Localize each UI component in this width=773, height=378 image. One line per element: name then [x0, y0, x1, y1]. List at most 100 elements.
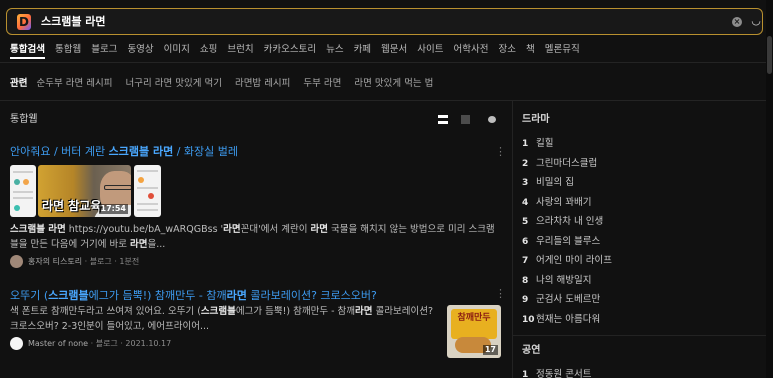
ranking-item[interactable]: 5 으라차차 내 인생: [522, 215, 603, 229]
related-search-link[interactable]: 두부 라면: [303, 77, 341, 91]
rank-number: 4: [522, 197, 529, 208]
related-searches: 관련 순두부 라면 레시피 너구리 라면 맛있게 먹기 라면밥 레시피 두부 라면 라면…: [10, 77, 446, 91]
ranking-title: 그린마더스클럽: [536, 157, 598, 169]
ranking-item[interactable]: 1 정동원 콘서트: [522, 368, 591, 378]
avatar[interactable]: [10, 255, 23, 268]
section-title: 통합웹: [10, 114, 38, 125]
tab-8[interactable]: 뉴스: [326, 43, 343, 57]
result-snippet: 스크램블 라면 https://youtu.be/bA_wARQGBss '라면…: [10, 223, 500, 252]
video-duration: 17:54: [98, 204, 128, 214]
ranking-title: 사랑의 꽈배기: [536, 196, 592, 208]
tab-1[interactable]: 통합웹: [55, 43, 81, 57]
text-segment: 콜라보레이션? 크로스오버?: [246, 289, 377, 302]
ranking-item[interactable]: 8 나의 해방일지: [522, 274, 591, 288]
tab-15[interactable]: 멜론뮤직: [545, 43, 580, 57]
highlighted-keyword: 라면: [310, 224, 328, 235]
tab-14[interactable]: 책: [526, 43, 535, 57]
divider: [0, 62, 766, 63]
tab-7[interactable]: 카카오스토리: [264, 43, 316, 57]
tab-9[interactable]: 카페: [354, 43, 371, 57]
highlighted-keyword: 스크램블 라면: [10, 224, 66, 235]
ranking-item[interactable]: 9 군검사 도베르만: [522, 293, 600, 307]
daum-logo-icon[interactable]: D: [17, 14, 31, 30]
more-options-icon[interactable]: ⋮: [495, 288, 506, 300]
text-segment: 에그가 듬뿍!) 참깨만두 - 참깨: [235, 306, 356, 317]
ranking-title: 정동원 콘서트: [536, 369, 592, 378]
divider: [0, 100, 766, 101]
tab-12[interactable]: 어학사전: [454, 43, 489, 57]
related-search-link[interactable]: 순두부 라면 레시피: [37, 77, 113, 91]
highlighted-keyword: 스크램블: [200, 306, 236, 317]
author-name[interactable]: Master of none: [28, 339, 88, 348]
text-segment: 색 폰트로 참깨만두라고 쓰여져 있어요. 오뚜기 (: [10, 306, 201, 317]
result-title-link[interactable]: 오뚜기 (스크램블에그가 듬뿍!) 참깨만두 - 참깨라면 콜라보레이션? 크로…: [10, 288, 377, 303]
rank-number: 8: [522, 275, 529, 286]
text-segment: 에그가 듬뿍!) 참깨만두 - 참깨: [88, 289, 227, 302]
tab-5[interactable]: 쇼핑: [200, 43, 217, 57]
chevron-down-icon[interactable]: ◡: [749, 12, 763, 30]
text-segment: 을...: [147, 238, 166, 250]
ranking-title: 군검사 도베르만: [536, 294, 601, 305]
clear-search-button[interactable]: ×: [732, 17, 742, 27]
ranking-item[interactable]: 1 킬힐: [522, 137, 553, 151]
rank-number: 6: [522, 236, 529, 247]
search-bar: D × ◡: [6, 8, 763, 35]
related-search-link[interactable]: 라면밥 레시피: [235, 77, 290, 91]
result-meta: 홍자의 티스토리 · 블로그 · 1분전: [28, 256, 139, 268]
rank-number: 1: [522, 139, 529, 149]
text-segment: 꼰대'에서 계란이: [240, 224, 311, 235]
result-snippet: 색 폰트로 참깨만두라고 쓰여져 있어요. 오뚜기 (스크램블에그가 듬뿍!) …: [10, 305, 438, 334]
related-search-link[interactable]: 라면 맛있게 먹는 법: [354, 77, 433, 91]
highlighted-keyword: 라면: [226, 289, 247, 302]
text-segment: https://youtu.be/bA_wARQGBss ': [65, 224, 224, 235]
ranking-item[interactable]: 3 비밀의 집: [522, 176, 574, 190]
video-thumbnail[interactable]: 라면 참교육 17:54: [38, 165, 131, 217]
text-segment: / 화장실 벌레: [173, 145, 239, 158]
ranking-item[interactable]: 6 우리들의 블루스: [522, 235, 600, 249]
highlighted-keyword: 스크램블 라면: [108, 145, 174, 158]
concert-title: 공연: [522, 345, 541, 356]
ranking-title: 현재는 아름다워: [536, 313, 601, 325]
list-view-icon[interactable]: [438, 115, 448, 124]
avatar[interactable]: [10, 337, 23, 350]
result-title-link[interactable]: 안아줘요 / 버터 계란 스크램블 라면 / 화장실 벌레: [10, 144, 238, 159]
tab-13[interactable]: 장소: [498, 43, 515, 57]
ranking-title: 비밀의 집: [536, 177, 574, 188]
tab-10[interactable]: 웹문서: [381, 43, 407, 57]
ranking-item[interactable]: 7 어게인 마이 라이프: [522, 254, 612, 268]
ranking-item[interactable]: 10현재는 아름다워: [522, 313, 600, 327]
ranking-item[interactable]: 4 사랑의 꽈배기: [522, 196, 591, 210]
post-info: · 블로그 · 2021.10.17: [88, 339, 172, 348]
related-search-link[interactable]: 너구리 라면 맛있게 먹기: [125, 77, 221, 91]
grid-view-icon[interactable]: [461, 115, 470, 124]
rank-number: 1: [522, 370, 529, 378]
package-label: 참깨만두: [451, 309, 497, 339]
highlighted-keyword: 라면: [223, 224, 241, 235]
more-options-icon[interactable]: ⋮: [495, 146, 506, 158]
comment-view-icon[interactable]: [488, 116, 496, 123]
divider: [512, 101, 513, 378]
tab-2[interactable]: 블로그: [91, 43, 117, 57]
thumbnail-image[interactable]: [134, 165, 161, 217]
scrollbar-thumb[interactable]: [767, 36, 772, 74]
search-input[interactable]: [41, 13, 661, 31]
rank-number: 10: [522, 314, 535, 325]
highlighted-keyword: 스크램블: [48, 289, 89, 302]
thumbnail-image[interactable]: [10, 165, 36, 217]
tab-0[interactable]: 통합검색: [10, 43, 45, 59]
tab-11[interactable]: 사이트: [417, 43, 443, 57]
tab-3[interactable]: 동영상: [127, 43, 153, 57]
thumbnail-image[interactable]: 참깨만두 17: [447, 305, 501, 358]
result-meta: Master of none · 블로그 · 2021.10.17: [28, 338, 171, 350]
tab-6[interactable]: 브런치: [227, 43, 253, 57]
rank-number: 3: [522, 178, 529, 188]
rank-number: 7: [522, 256, 529, 266]
ranking-item[interactable]: 2 그린마더스클럽: [522, 157, 597, 171]
rank-number: 5: [522, 217, 529, 227]
author-name[interactable]: 홍자의 티스토리: [28, 257, 82, 266]
ranking-title: 킬힐: [536, 138, 554, 149]
drama-title: 드라마: [522, 114, 550, 125]
tab-4[interactable]: 이미지: [164, 43, 190, 57]
ranking-title: 우리들의 블루스: [536, 235, 601, 247]
search-tabs: 통합검색 통합웹 블로그 동영상 이미지 쇼핑 브런치 카카오스토리 뉴스 카페 웹문서 사이트 어학사…: [10, 43, 590, 59]
